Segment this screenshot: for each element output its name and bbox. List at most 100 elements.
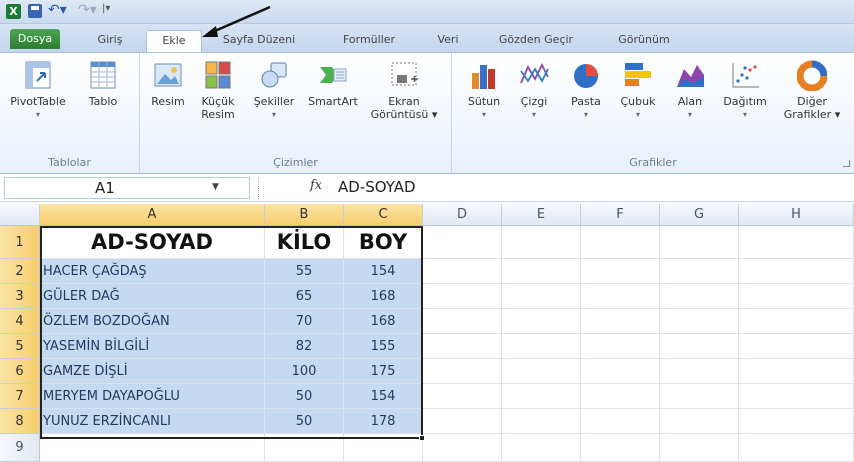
cell-a5[interactable]: YASEMİN BİLGİLİ (40, 334, 265, 359)
fill-handle[interactable] (419, 435, 425, 441)
ekran-goruntusu-button[interactable]: Ekran Görüntüsü ▾ (362, 59, 446, 121)
tab-gorunum[interactable]: Görünüm (606, 30, 682, 52)
cell-a2[interactable]: HACER ÇAĞDAŞ (40, 259, 265, 284)
cell-g3[interactable] (660, 284, 739, 309)
cell-e2[interactable] (502, 259, 581, 284)
cell-e7[interactable] (502, 384, 581, 409)
cell-h9[interactable] (739, 434, 854, 462)
cell-b4[interactable]: 70 (265, 309, 344, 334)
alan-button[interactable]: Alan ▾ (670, 59, 710, 121)
worksheet-grid[interactable]: A B C D E F G H 1 AD-SOYAD KİLO BOY 2 HACER ÇAĞDAŞ 55 1… (0, 204, 854, 462)
pasta-button[interactable]: Pasta ▾ (566, 59, 606, 121)
cell-g7[interactable] (660, 384, 739, 409)
tab-dosya[interactable]: Dosya (10, 29, 60, 49)
formula-input[interactable]: AD-SOYAD (338, 177, 848, 199)
cell-e1[interactable] (502, 226, 581, 259)
cubuk-button[interactable]: Çubuk ▾ (618, 59, 658, 121)
smartart-button[interactable]: SmartArt (304, 59, 362, 108)
cell-b6[interactable]: 100 (265, 359, 344, 384)
sekiller-button[interactable]: Şekiller ▾ (248, 59, 300, 121)
cell-g6[interactable] (660, 359, 739, 384)
cell-f1[interactable] (581, 226, 660, 259)
cell-f3[interactable] (581, 284, 660, 309)
cell-e6[interactable] (502, 359, 581, 384)
cell-g2[interactable] (660, 259, 739, 284)
cell-a9[interactable] (40, 434, 265, 462)
cell-b7[interactable]: 50 (265, 384, 344, 409)
cell-h8[interactable] (739, 409, 854, 434)
cell-c7[interactable]: 154 (344, 384, 423, 409)
customize-toolbar-icon[interactable]: |▾ (102, 3, 110, 14)
select-all-corner[interactable] (0, 204, 40, 226)
pivottable-button[interactable]: PivotTable ▾ (8, 59, 68, 121)
cell-g5[interactable] (660, 334, 739, 359)
cell-h3[interactable] (739, 284, 854, 309)
cell-a3[interactable]: GÜLER DAĞ (40, 284, 265, 309)
cell-e8[interactable] (502, 409, 581, 434)
column-header-b[interactable]: B (265, 204, 344, 226)
cell-e9[interactable] (502, 434, 581, 462)
tab-formuller[interactable]: Formüller (334, 30, 404, 52)
cell-d9[interactable] (423, 434, 502, 462)
column-header-d[interactable]: D (423, 204, 502, 226)
cell-g4[interactable] (660, 309, 739, 334)
diger-grafikler-button[interactable]: Diğer Grafikler ▾ (776, 59, 848, 121)
column-header-g[interactable]: G (660, 204, 739, 226)
cell-e3[interactable] (502, 284, 581, 309)
cell-h6[interactable] (739, 359, 854, 384)
row-header-7[interactable]: 7 (0, 384, 40, 409)
cell-e4[interactable] (502, 309, 581, 334)
row-header-3[interactable]: 3 (0, 284, 40, 309)
cell-f5[interactable] (581, 334, 660, 359)
cell-c3[interactable]: 168 (344, 284, 423, 309)
cell-b3[interactable]: 65 (265, 284, 344, 309)
cell-a4[interactable]: ÖZLEM BOZDOĞAN (40, 309, 265, 334)
tab-veri[interactable]: Veri (430, 30, 466, 52)
column-header-h[interactable]: H (739, 204, 854, 226)
cell-c1[interactable]: BOY (344, 226, 423, 259)
row-header-4[interactable]: 4 (0, 309, 40, 334)
save-icon[interactable] (28, 4, 42, 18)
cell-f6[interactable] (581, 359, 660, 384)
cell-b9[interactable] (265, 434, 344, 462)
row-header-8[interactable]: 8 (0, 409, 40, 434)
sutun-button[interactable]: Sütun ▾ (462, 59, 506, 121)
cell-d5[interactable] (423, 334, 502, 359)
cell-a7[interactable]: MERYEM DAYAPOĞLU (40, 384, 265, 409)
resim-button[interactable]: Resim (146, 59, 190, 108)
cell-c2[interactable]: 154 (344, 259, 423, 284)
row-header-1[interactable]: 1 (0, 226, 40, 259)
undo-icon[interactable]: ↶▾ (48, 2, 67, 18)
cell-d3[interactable] (423, 284, 502, 309)
cell-b8[interactable]: 50 (265, 409, 344, 434)
kucuk-resim-button[interactable]: Küçük Resim (196, 59, 240, 121)
row-header-6[interactable]: 6 (0, 359, 40, 384)
cell-c8[interactable]: 178 (344, 409, 423, 434)
redo-icon[interactable]: ↷▾ (78, 2, 97, 18)
column-header-f[interactable]: F (581, 204, 660, 226)
cell-f8[interactable] (581, 409, 660, 434)
name-box-dropdown-icon[interactable]: ▼ (212, 182, 219, 192)
column-header-c[interactable]: C (344, 204, 423, 226)
cell-c9[interactable] (344, 434, 423, 462)
cell-a1[interactable]: AD-SOYAD (40, 226, 265, 259)
formula-bar-separator[interactable] (258, 177, 260, 199)
tab-gozden-gecir[interactable]: Gözden Geçir (488, 30, 584, 52)
dagitim-button[interactable]: Dağıtım ▾ (718, 59, 772, 121)
cell-c5[interactable]: 155 (344, 334, 423, 359)
cell-b1[interactable]: KİLO (265, 226, 344, 259)
cell-f9[interactable] (581, 434, 660, 462)
cell-f2[interactable] (581, 259, 660, 284)
dialog-launcher-icon[interactable] (843, 160, 850, 167)
cell-d1[interactable] (423, 226, 502, 259)
cell-b5[interactable]: 82 (265, 334, 344, 359)
column-header-e[interactable]: E (502, 204, 581, 226)
cell-d6[interactable] (423, 359, 502, 384)
insert-function-icon[interactable]: fx (310, 178, 322, 193)
cell-h5[interactable] (739, 334, 854, 359)
cell-e5[interactable] (502, 334, 581, 359)
cell-f7[interactable] (581, 384, 660, 409)
row-header-2[interactable]: 2 (0, 259, 40, 284)
cell-d4[interactable] (423, 309, 502, 334)
cell-c4[interactable]: 168 (344, 309, 423, 334)
